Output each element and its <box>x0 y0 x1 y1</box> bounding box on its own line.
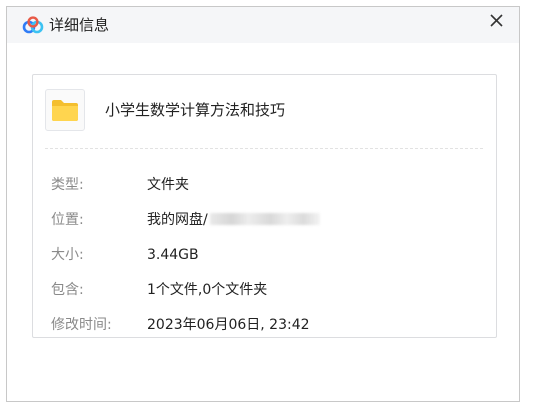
title-bar: 详细信息 <box>7 7 519 43</box>
detail-label: 类型: <box>51 177 84 193</box>
close-icon[interactable] <box>487 11 507 31</box>
detail-value: 1个文件,0个文件夹 <box>147 282 268 298</box>
baidu-netdisk-logo-icon <box>21 16 45 34</box>
redacted-path <box>209 213 320 225</box>
detail-value: 文件夹 <box>147 177 189 193</box>
detail-value: 3.44GB <box>147 247 199 263</box>
folder-thumbnail <box>45 89 85 131</box>
detail-label: 大小: <box>51 247 84 263</box>
detail-label: 位置: <box>51 212 84 228</box>
detail-label: 修改时间: <box>51 317 112 333</box>
file-info-card: 小学生数学计算方法和技巧 类型: 文件夹 位置: 我的网盘/ 大小: 3.44G… <box>32 74 497 338</box>
detail-value[interactable]: 我的网盘/ <box>147 212 208 228</box>
divider <box>45 148 483 149</box>
detail-value-wrapper: 我的网盘/ <box>147 210 320 230</box>
dialog-title: 详细信息 <box>49 16 110 34</box>
detail-value: 2023年06月06日, 23:42 <box>147 317 310 333</box>
details-dialog: 详细信息 小学生数学计算方法和技巧 类型: 文件夹 位置: 我的网盘/ 大小: … <box>6 6 520 402</box>
file-name: 小学生数学计算方法和技巧 <box>105 101 286 119</box>
detail-label: 包含: <box>51 282 84 298</box>
